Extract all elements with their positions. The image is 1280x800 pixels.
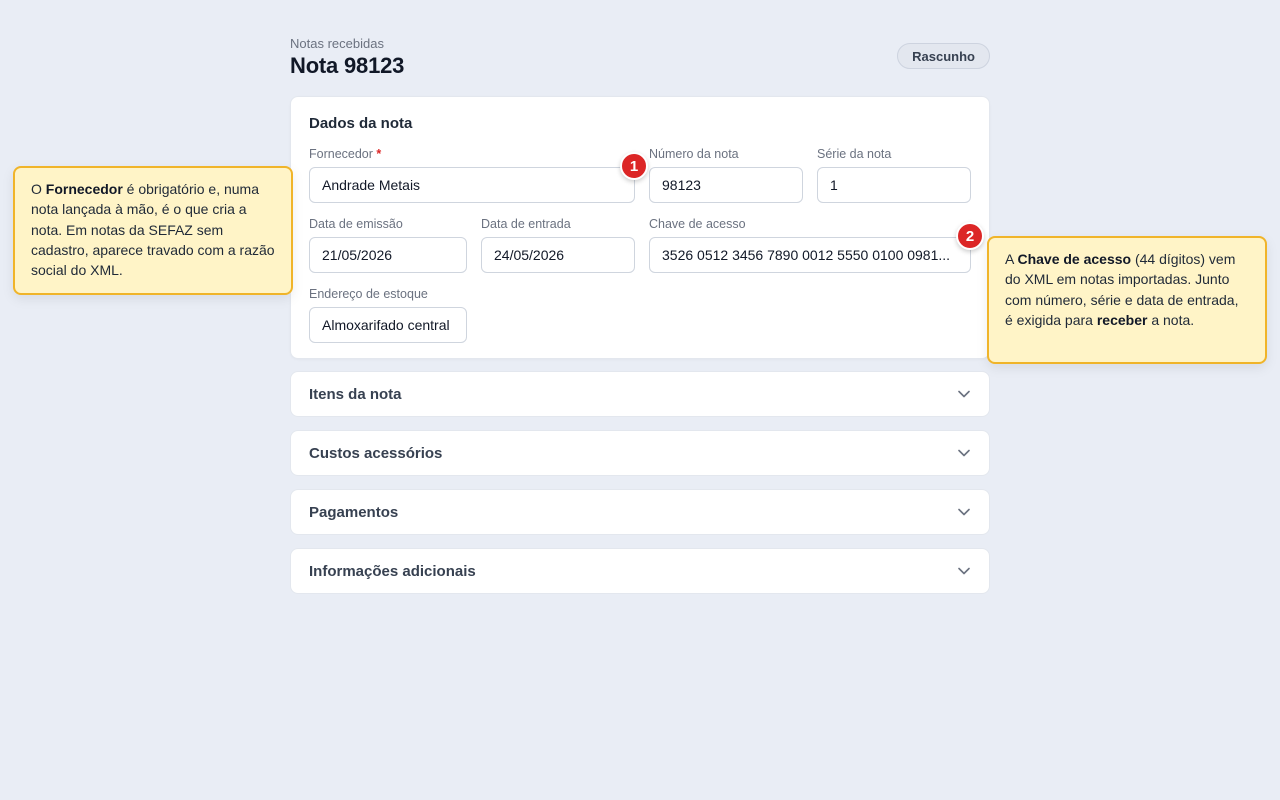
entrada-input[interactable]: 24/05/2026 <box>481 237 635 273</box>
endereco-field: Endereço de estoque Almoxarifado central <box>309 286 467 343</box>
serie-label: Série da nota <box>817 147 892 161</box>
page-header: Notas recebidas Nota 98123 Rascunho <box>290 36 990 79</box>
status-badge: Rascunho <box>897 43 990 69</box>
section-title: Pagamentos <box>309 503 399 521</box>
chevron-down-icon[interactable] <box>957 564 971 578</box>
chevron-down-icon[interactable] <box>957 505 971 519</box>
callout-chave-de-acesso: A Chave de acesso (44 dígitos) vem do XM… <box>987 236 1267 364</box>
chevron-down-icon[interactable] <box>957 387 971 401</box>
step-marker-1: 1 <box>620 152 648 180</box>
endereco-label: Endereço de estoque <box>309 287 428 301</box>
card-title: Dados da nota <box>309 115 413 132</box>
section-informacoes-adicionais[interactable]: Informações adicionais <box>290 548 990 594</box>
entrada-label: Data de entrada <box>481 217 571 231</box>
chave-label: Chave de acesso <box>649 217 746 231</box>
dados-da-nota-card: Dados da nota Fornecedor * Andrade Metai… <box>290 96 990 359</box>
numero-label: Número da nota <box>649 147 739 161</box>
step-marker-2: 2 <box>956 222 984 250</box>
serie-input[interactable]: 1 <box>817 167 971 203</box>
section-title: Informações adicionais <box>309 562 476 580</box>
fornecedor-input[interactable]: Andrade Metais <box>309 167 635 203</box>
section-custos-acessorios[interactable]: Custos acessórios <box>290 430 990 476</box>
callout-fornecedor: O Fornecedor é obrigatório e, numa nota … <box>13 166 293 295</box>
fornecedor-label: Fornecedor * <box>309 147 382 161</box>
chave-input[interactable]: 3526 0512 3456 7890 0012 5550 0100 0981.… <box>649 237 971 273</box>
section-pagamentos[interactable]: Pagamentos <box>290 489 990 535</box>
section-title: Itens da nota <box>309 385 402 403</box>
endereco-input[interactable]: Almoxarifado central <box>309 307 467 343</box>
required-mark: * <box>376 147 382 161</box>
emissao-label: Data de emissão <box>309 217 403 231</box>
numero-input[interactable]: 98123 <box>649 167 803 203</box>
section-title: Custos acessórios <box>309 444 443 462</box>
entrada-field: Data de entrada 24/05/2026 <box>481 216 635 273</box>
chevron-down-icon[interactable] <box>957 446 971 460</box>
serie-field: Série da nota 1 <box>817 146 971 203</box>
chave-field: Chave de acesso 3526 0512 3456 7890 0012… <box>649 216 971 273</box>
section-itens-da-nota[interactable]: Itens da nota <box>290 371 990 417</box>
fornecedor-field: Fornecedor * Andrade Metais <box>309 146 635 203</box>
emissao-field: Data de emissão 21/05/2026 <box>309 216 467 273</box>
breadcrumb[interactable]: Notas recebidas <box>290 36 990 51</box>
page-title: Nota 98123 <box>290 53 405 78</box>
emissao-input[interactable]: 21/05/2026 <box>309 237 467 273</box>
numero-field: Número da nota 98123 <box>649 146 803 203</box>
